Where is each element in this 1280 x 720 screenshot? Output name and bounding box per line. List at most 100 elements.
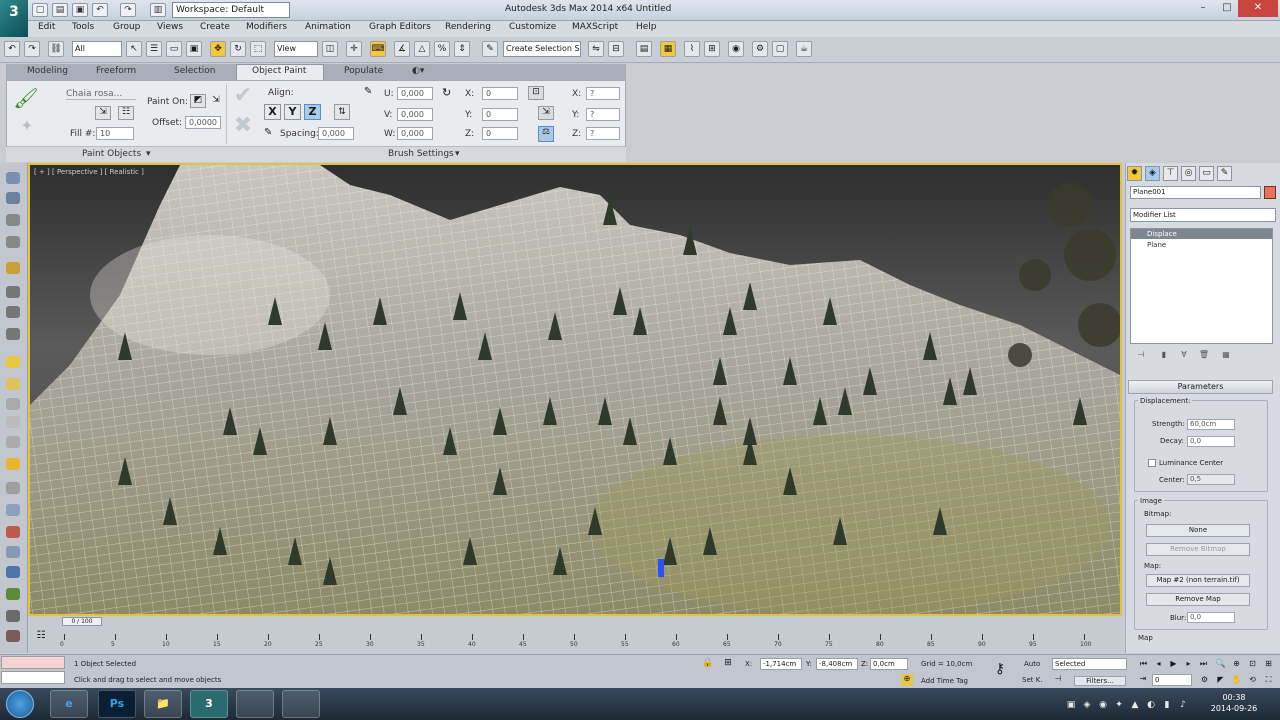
align-y-button[interactable]: Y (284, 104, 301, 120)
menu-customize[interactable]: Customize (509, 22, 556, 32)
w-offset-spinner[interactable]: 0,000 (397, 127, 433, 140)
viewport-label[interactable]: [ + ] [ Perspective ] [ Realistic ] (34, 168, 144, 176)
mini-curve-editor-icon[interactable]: ☷ (34, 630, 48, 642)
undo-toolbar-icon[interactable]: ↶ (4, 41, 20, 57)
lamp-icon[interactable] (6, 378, 20, 390)
paint-objects-expand-icon[interactable]: ▾ (146, 149, 151, 159)
shape-icon[interactable] (6, 416, 20, 428)
minimize-button[interactable]: – (1190, 0, 1216, 17)
keyboard-shortcut-override-icon[interactable]: ⌨ (370, 41, 386, 57)
hierarchy-tab-icon[interactable]: ⊤ (1163, 166, 1178, 181)
tab-freeform[interactable]: Freeform (96, 66, 136, 76)
cloud-icon[interactable] (6, 610, 20, 622)
layer-manager-icon[interactable]: ▤ (636, 41, 652, 57)
schematic-view-icon[interactable]: ⊞ (704, 41, 720, 57)
menu-modifiers[interactable]: Modifiers (246, 22, 287, 32)
time-slider[interactable]: 0 / 100 (62, 617, 102, 626)
map-button[interactable]: Map #2 (non terrain.tif) (1146, 574, 1250, 587)
start-button[interactable] (6, 690, 34, 718)
terrain-icon[interactable] (6, 630, 20, 642)
y-scale-spinner[interactable]: ? (586, 108, 620, 121)
align-z-button[interactable]: Z (304, 104, 321, 120)
tab-selection[interactable]: Selection (174, 66, 215, 76)
tray-icon-3[interactable]: ◉ (1097, 699, 1109, 711)
brush-object-dropdown[interactable]: Chaia rosa... (66, 89, 136, 100)
utility-icon[interactable] (6, 458, 20, 470)
geometry-icon[interactable] (6, 398, 20, 410)
menu-maxscript[interactable]: MAXScript (572, 22, 618, 32)
center-spinner[interactable]: 0,5 (1187, 474, 1235, 485)
maximize-button[interactable]: □ (1214, 0, 1240, 17)
helper-icon[interactable] (6, 306, 20, 318)
angle-snap-icon[interactable]: △ (414, 41, 430, 57)
time-config-icon[interactable]: ⚙ (1198, 674, 1211, 686)
timeline[interactable]: 0 5 10 15 20 25 30 35 40 45 50 55 60 65 70 75 80 85 90 95 10… (28, 616, 1122, 654)
v-offset-spinner[interactable]: 0,000 (397, 108, 433, 121)
create-tab-icon[interactable]: ✹ (1127, 166, 1142, 181)
pivot-center-icon[interactable]: ◫ (322, 41, 338, 57)
edit-list-icon[interactable]: ☷ (118, 106, 134, 120)
redo-toolbar-icon[interactable]: ↷ (24, 41, 40, 57)
new-file-icon[interactable]: ▢ (32, 3, 48, 17)
play-icon[interactable]: ▶ (1167, 658, 1180, 670)
uniform-scale-icon[interactable]: ⚖ (538, 126, 554, 142)
tray-icon-4[interactable]: ✦ (1113, 699, 1125, 711)
scale-mode-icon[interactable]: ⇲ (538, 106, 554, 120)
next-frame-icon[interactable]: ▸ (1182, 658, 1195, 670)
save-icon[interactable]: ▣ (72, 3, 88, 17)
remove-map-button[interactable]: Remove Map (1146, 593, 1250, 606)
current-frame-field[interactable]: 0 (1152, 674, 1192, 686)
select-rotate-icon[interactable]: ↻ (230, 41, 246, 57)
menu-rendering[interactable]: Rendering (445, 22, 491, 32)
globe-icon[interactable] (6, 566, 20, 578)
rendered-frame-window-icon[interactable]: ▢ (772, 41, 788, 57)
select-scale-icon[interactable]: ⬚ (250, 41, 266, 57)
spinner-snap-icon[interactable]: ⇕ (454, 41, 470, 57)
remove-bitmap-button[interactable]: Remove Bitmap (1146, 543, 1250, 556)
link-icon[interactable]: ⛓ (48, 41, 64, 57)
3dsmax-taskbar-button[interactable]: 3 (190, 690, 228, 718)
parameters-rollout[interactable]: Parameters (1128, 380, 1273, 394)
zoom-all-icon[interactable]: ⊕ (1230, 658, 1243, 670)
modifier-icon[interactable] (6, 482, 20, 494)
display-filter-icon[interactable] (6, 192, 20, 204)
add-time-tag[interactable]: Add Time Tag (921, 677, 968, 685)
z-coord-field[interactable]: 0,0cm (870, 658, 908, 670)
luminance-center-checkbox[interactable] (1148, 459, 1156, 467)
stack-item-displace[interactable]: Displace (1131, 229, 1272, 239)
app-taskbar-button-5[interactable] (236, 690, 274, 718)
maxscript-listener[interactable] (1, 656, 65, 669)
menu-group[interactable]: Group (113, 22, 140, 32)
app-logo[interactable]: 3 (0, 0, 28, 37)
tab-object-paint[interactable]: Object Paint (252, 66, 306, 76)
y-coord-field[interactable]: -8,408cm (816, 658, 858, 670)
remove-modifier-icon[interactable]: 🗑 (1198, 349, 1210, 361)
material-icon[interactable] (6, 504, 20, 516)
list-icon[interactable] (6, 214, 20, 226)
scene-explorer-icon[interactable] (6, 172, 20, 184)
undo-icon[interactable]: ↶ (92, 3, 108, 17)
zoom-extents-all-icon[interactable]: ⊞ (1262, 658, 1275, 670)
menu-edit[interactable]: Edit (38, 22, 55, 32)
fog-icon[interactable] (6, 546, 20, 558)
tree-icon[interactable] (6, 588, 20, 600)
bitmap-none-button[interactable]: None (1146, 524, 1250, 537)
camera-icon[interactable] (6, 286, 20, 298)
snaps-toggle-icon[interactable]: ∡ (394, 41, 410, 57)
configure-sets-icon[interactable]: ▦ (1220, 349, 1232, 361)
set-key-label[interactable]: Set K. (1022, 676, 1043, 684)
object-color-swatch[interactable] (1264, 186, 1276, 199)
project-folder-icon[interactable]: ▥ (150, 3, 166, 17)
maximize-viewport-icon[interactable]: ⛶ (1262, 674, 1275, 686)
previous-frame-icon[interactable]: ◂ (1152, 658, 1165, 670)
display-tab-icon[interactable]: ▭ (1199, 166, 1214, 181)
go-to-end-icon[interactable]: ⏭ (1197, 658, 1210, 670)
modify-tab-icon[interactable]: ◈ (1145, 166, 1160, 181)
render-setup-icon[interactable]: ⚙ (752, 41, 768, 57)
ribbon-toggle-icon[interactable]: ▦ (660, 41, 676, 57)
select-move-icon[interactable]: ✥ (210, 41, 226, 57)
redo-icon[interactable]: ↷ (120, 3, 136, 17)
menu-tools[interactable]: Tools (72, 22, 94, 32)
photoshop-taskbar-button[interactable]: Ps (98, 690, 136, 718)
zoom-extents-icon[interactable]: ⊡ (1246, 658, 1259, 670)
